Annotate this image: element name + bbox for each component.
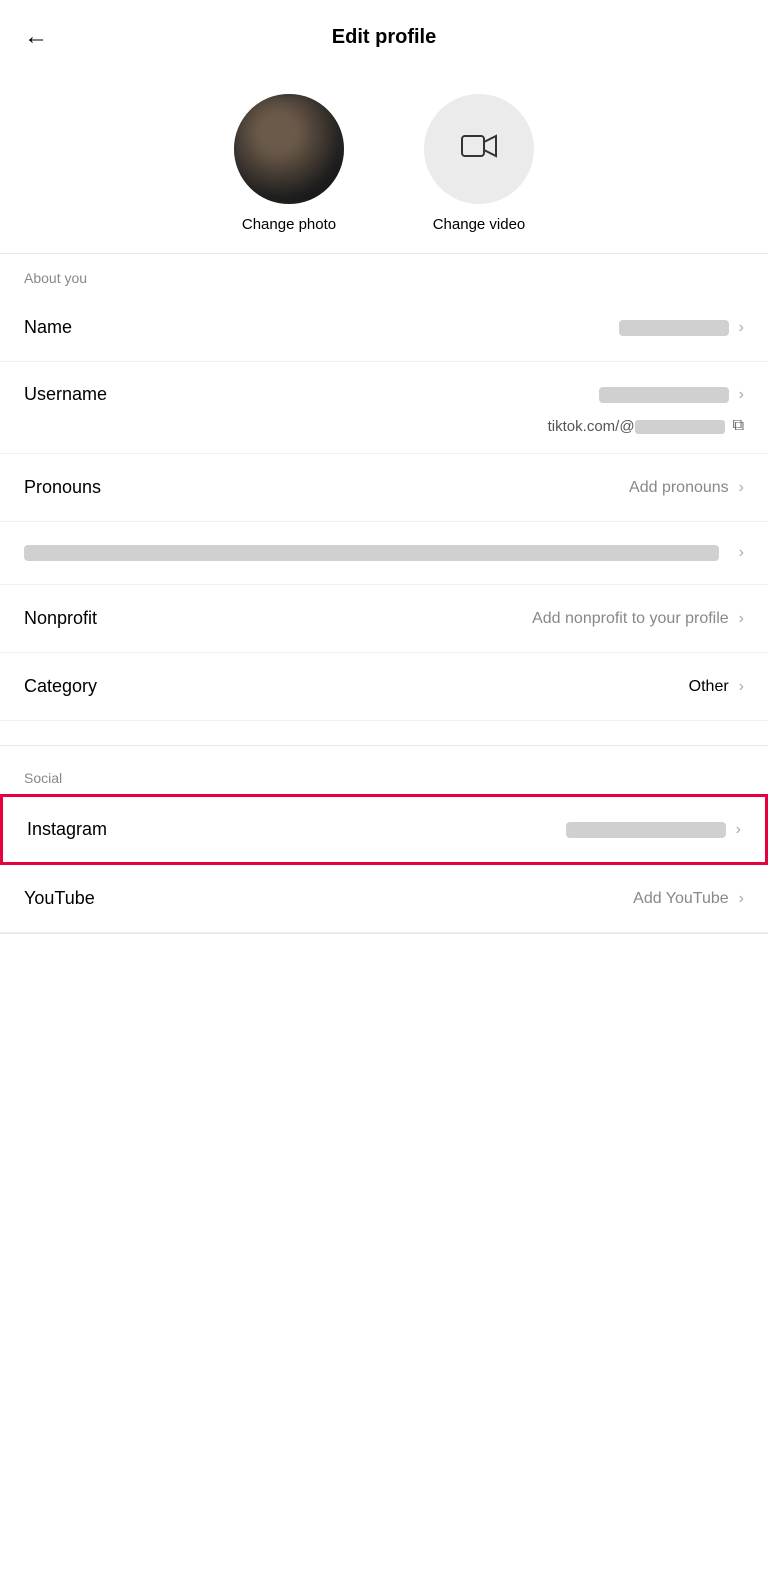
tiktok-url-prefix: tiktok.com/@ [548, 418, 725, 435]
name-row[interactable]: Name › [0, 294, 768, 362]
avatar [234, 94, 344, 204]
pronouns-row[interactable]: Pronouns Add pronouns › [0, 454, 768, 522]
video-camera-icon [461, 131, 497, 168]
bio-blurred-value [24, 545, 719, 561]
pronouns-chevron-icon: › [739, 479, 744, 497]
instagram-value: › [566, 821, 741, 839]
username-chevron-icon: › [739, 386, 744, 404]
instagram-row[interactable]: Instagram › [0, 794, 768, 865]
video-avatar [424, 94, 534, 204]
tiktok-url-row[interactable]: tiktok.com/@ ⧉ [0, 413, 768, 453]
media-section: Change photo Change video [0, 64, 768, 253]
category-row[interactable]: Category Other › [0, 653, 768, 721]
pronouns-label: Pronouns [24, 477, 101, 498]
nonprofit-value: Add nonprofit to your profile › [532, 610, 744, 628]
social-section-label: Social [0, 754, 768, 794]
instagram-chevron-icon: › [736, 821, 741, 839]
name-blurred-value [619, 320, 729, 336]
pronouns-value: Add pronouns › [629, 479, 744, 497]
youtube-chevron-icon: › [739, 890, 744, 908]
bio-chevron-icon: › [739, 544, 744, 562]
name-label: Name [24, 317, 72, 338]
username-row[interactable]: Username › [0, 362, 768, 413]
youtube-label: YouTube [24, 888, 95, 909]
change-photo-button[interactable]: Change photo [234, 94, 344, 233]
username-label: Username [24, 384, 107, 405]
youtube-value: Add YouTube › [633, 890, 744, 908]
tiktok-url-blurred [635, 420, 725, 434]
nonprofit-row[interactable]: Nonprofit Add nonprofit to your profile … [0, 585, 768, 653]
name-value: › [619, 319, 744, 337]
bio-row[interactable]: › [0, 522, 768, 585]
youtube-row[interactable]: YouTube Add YouTube › [0, 865, 768, 933]
header: ← Edit profile [0, 0, 768, 64]
back-button[interactable]: ← [24, 23, 48, 51]
name-chevron-icon: › [739, 319, 744, 337]
about-you-section-label: About you [0, 254, 768, 294]
instagram-label: Instagram [27, 819, 107, 840]
nonprofit-chevron-icon: › [739, 610, 744, 628]
change-video-label: Change video [433, 216, 526, 233]
page-title: Edit profile [332, 26, 436, 49]
copy-icon[interactable]: ⧉ [733, 417, 744, 435]
change-photo-label: Change photo [242, 216, 336, 233]
social-section: Social Instagram › YouTube Add YouTube › [0, 754, 768, 934]
category-value: Other › [689, 678, 744, 696]
change-video-button[interactable]: Change video [424, 94, 534, 233]
username-value: › [599, 386, 744, 404]
category-label: Category [24, 676, 97, 697]
username-blurred-value [599, 387, 729, 403]
nonprofit-label: Nonprofit [24, 608, 97, 629]
username-block: Username › tiktok.com/@ ⧉ [0, 362, 768, 454]
category-chevron-icon: › [739, 678, 744, 696]
instagram-blurred-value [566, 822, 726, 838]
